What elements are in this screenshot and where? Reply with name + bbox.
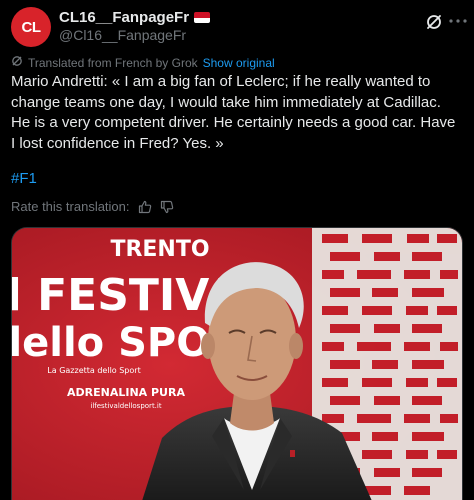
author-display-name[interactable]: CL16__FanpageFr (59, 9, 189, 26)
author-name-row: CL16__FanpageFr (59, 9, 211, 26)
translate-icon (11, 55, 23, 70)
backdrop-tagline: ADRENALINA PURA (67, 386, 185, 399)
show-original-link[interactable]: Show original (203, 56, 275, 70)
thumbs-down-icon[interactable] (160, 200, 174, 214)
rate-label: Rate this translation: (11, 199, 130, 214)
thumbs-up-icon[interactable] (138, 200, 152, 214)
flag-icon (194, 12, 211, 23)
avatar-logo: CL (21, 18, 42, 36)
post-media-image[interactable]: TRENTO il FESTIVAL dello SPORT La Gazzet… (11, 227, 463, 500)
translation-bar: Translated from French by Grok Show orig… (11, 55, 275, 70)
backdrop-site: ilfestivaldellosport.it (90, 402, 161, 410)
avatar[interactable]: CL (11, 7, 51, 47)
grok-icon[interactable] (424, 12, 444, 32)
rate-translation: Rate this translation: (11, 199, 174, 214)
hashtag-link[interactable]: #F1 (11, 170, 37, 187)
backdrop-sponsor: La Gazzetta dello Sport (47, 366, 140, 375)
backdrop-line1: TRENTO (110, 237, 209, 262)
more-options-icon[interactable] (448, 10, 468, 32)
post-text: Mario Andretti: « I am a big fan of Lecl… (11, 73, 456, 152)
translation-label: Translated from French by Grok (28, 55, 198, 70)
author-handle[interactable]: @Cl16__FanpageFr (59, 27, 186, 43)
